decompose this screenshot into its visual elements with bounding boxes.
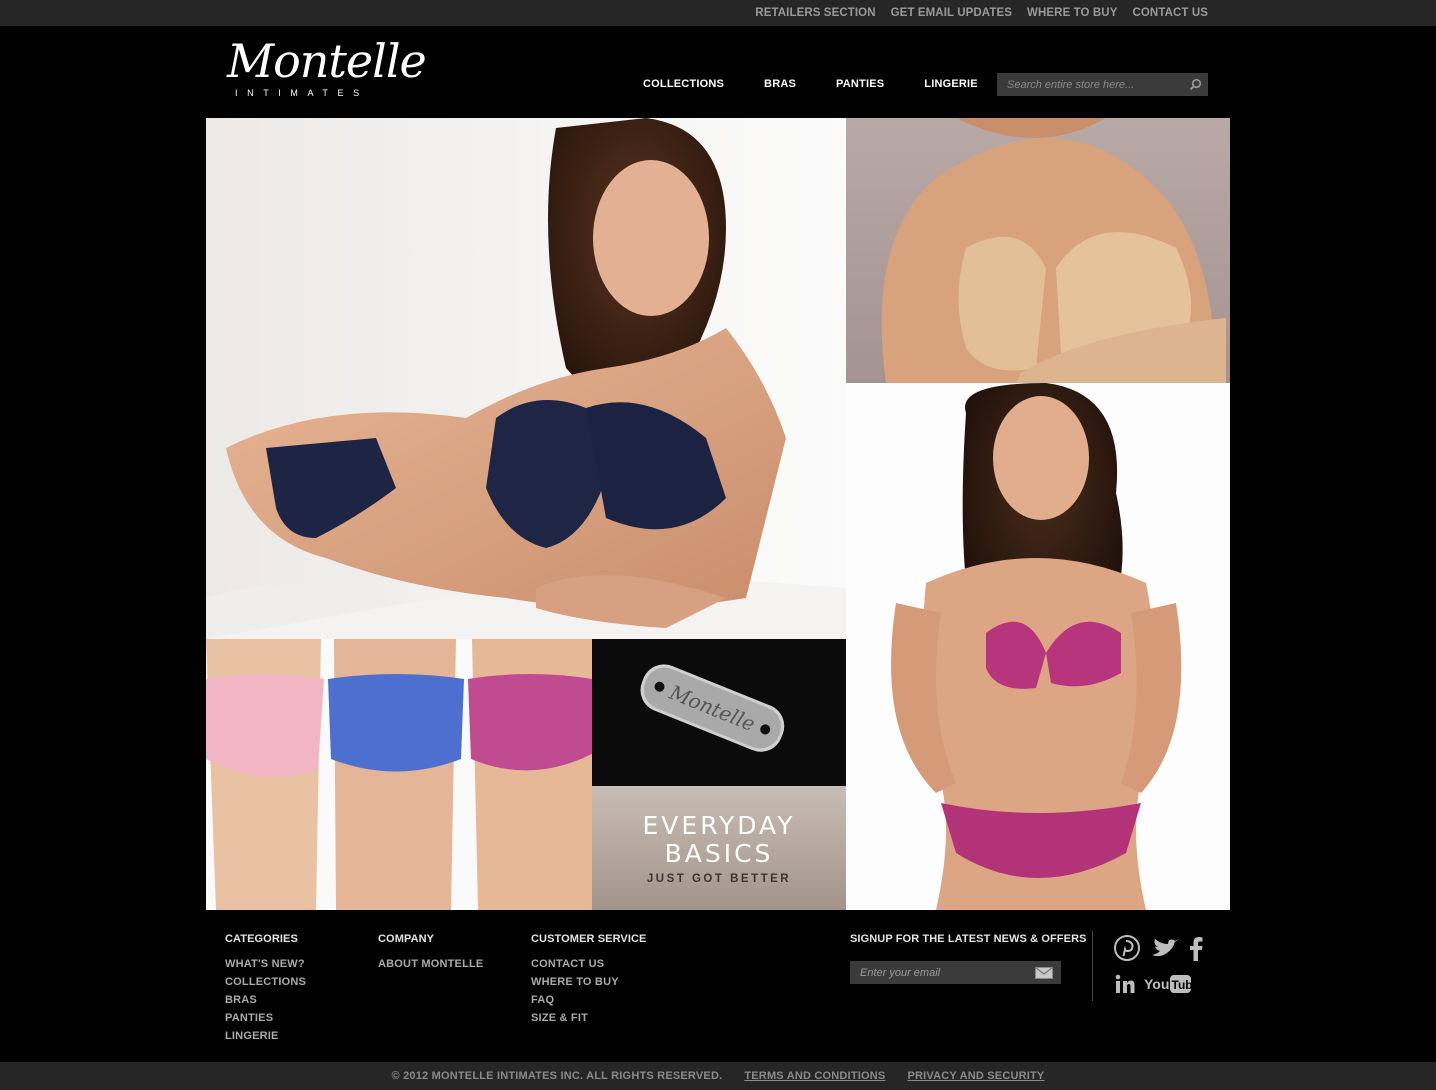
footer-link-collections[interactable]: COLLECTIONS xyxy=(225,973,306,991)
hero-mosaic: Montelle EVERYDAY BASICS JUST GOT BETTER xyxy=(206,118,1230,910)
logo-wordmark: Montelle xyxy=(227,34,427,88)
copyright-text: © 2012 MONTELLE INTIMATES INC. ALL RIGHT… xyxy=(391,1070,723,1082)
everyday-basics-promo[interactable]: EVERYDAY BASICS JUST GOT BETTER xyxy=(592,786,846,910)
svg-text:Tube: Tube xyxy=(1172,978,1193,992)
search-input[interactable] xyxy=(997,73,1182,96)
logo-subtitle: INTIMATES xyxy=(235,88,369,98)
pinterest-icon[interactable] xyxy=(1114,935,1140,961)
footer-link-bras[interactable]: BRAS xyxy=(225,991,306,1009)
footer-link-faq[interactable]: FAQ xyxy=(531,991,647,1009)
pink-lace-model-photo[interactable] xyxy=(846,383,1230,910)
nav-lingerie[interactable]: LINGERIE xyxy=(924,78,978,90)
footer-categories: CATEGORIES WHAT'S NEW? COLLECTIONS BRAS … xyxy=(225,933,306,1045)
pink-lace-model-image xyxy=(891,383,1182,910)
where-to-buy-link[interactable]: WHERE TO BUY xyxy=(1027,7,1117,19)
lace-panties-image xyxy=(206,639,592,910)
main-nav: COLLECTIONS BRAS PANTIES LINGERIE xyxy=(643,78,978,90)
contact-us-link[interactable]: CONTACT US xyxy=(1132,7,1208,19)
footer-link-lingerie[interactable]: LINGERIE xyxy=(225,1027,306,1045)
legal-bar-content: © 2012 MONTELLE INTIMATES INC. ALL RIGHT… xyxy=(0,1062,1436,1090)
footer-divider xyxy=(1092,931,1093,1001)
svg-text:You: You xyxy=(1144,976,1169,992)
nav-collections[interactable]: COLLECTIONS xyxy=(643,78,724,90)
terms-link[interactable]: TERMS AND CONDITIONS xyxy=(744,1070,885,1082)
youtube-icon[interactable]: You Tube xyxy=(1144,974,1192,994)
promo-subtitle: JUST GOT BETTER xyxy=(646,873,792,885)
site-logo[interactable]: Montelle INTIMATES xyxy=(227,34,427,102)
email-input[interactable] xyxy=(850,961,1025,984)
privacy-link[interactable]: PRIVACY AND SECURITY xyxy=(907,1070,1044,1082)
logo-tag-photo[interactable]: Montelle xyxy=(592,639,846,786)
metal-tag-image: Montelle xyxy=(640,664,785,752)
footer-link-contact[interactable]: CONTACT US xyxy=(531,955,647,973)
promo-title-line2: BASICS xyxy=(664,839,774,868)
footer-company-heading: COMPANY xyxy=(378,933,435,945)
nav-bras[interactable]: BRAS xyxy=(764,78,796,90)
lace-panties-photo[interactable] xyxy=(206,639,592,910)
navy-lace-model-photo[interactable] xyxy=(206,118,846,639)
utility-bar: RETAILERS SECTION GET EMAIL UPDATES WHER… xyxy=(0,0,1436,26)
envelope-icon[interactable] xyxy=(1035,967,1053,979)
footer-link-size-fit[interactable]: SIZE & FIT xyxy=(531,1009,647,1027)
legal-bar: © 2012 MONTELLE INTIMATES INC. ALL RIGHT… xyxy=(0,1062,1436,1090)
facebook-icon[interactable] xyxy=(1189,936,1203,961)
promo-title: EVERYDAY BASICS xyxy=(592,812,846,868)
nude-bra-photo[interactable] xyxy=(846,118,1230,383)
twitter-icon[interactable] xyxy=(1150,937,1180,961)
footer-link-whats-new[interactable]: WHAT'S NEW? xyxy=(225,955,306,973)
footer-link-about[interactable]: ABOUT MONTELLE xyxy=(378,955,483,973)
footer-categories-heading: CATEGORIES xyxy=(225,933,298,945)
search-box xyxy=(997,73,1208,96)
search-icon[interactable] xyxy=(1189,78,1202,91)
utility-links: RETAILERS SECTION GET EMAIL UPDATES WHER… xyxy=(755,0,1208,26)
email-box xyxy=(850,961,1061,984)
footer-company: COMPANY ABOUT MONTELLE xyxy=(378,933,483,973)
signup-heading: SIGNUP FOR THE LATEST NEWS & OFFERS xyxy=(850,933,1087,945)
footer-customer-service: CUSTOMER SERVICE CONTACT US WHERE TO BUY… xyxy=(531,933,647,1027)
footer-link-panties[interactable]: PANTIES xyxy=(225,1009,306,1027)
navy-lace-model-image xyxy=(206,118,846,639)
newsletter-signup: SIGNUP FOR THE LATEST NEWS & OFFERS xyxy=(850,933,1087,945)
nav-panties[interactable]: PANTIES xyxy=(836,78,884,90)
linkedin-icon[interactable] xyxy=(1115,974,1135,994)
get-email-updates-link[interactable]: GET EMAIL UPDATES xyxy=(891,7,1012,19)
promo-title-line1: EVERYDAY xyxy=(642,811,796,840)
footer-link-where-to-buy[interactable]: WHERE TO BUY xyxy=(531,973,647,991)
nude-bra-image xyxy=(881,118,1226,383)
retailers-section-link[interactable]: RETAILERS SECTION xyxy=(755,7,875,19)
footer-customer-service-heading: CUSTOMER SERVICE xyxy=(531,933,647,945)
